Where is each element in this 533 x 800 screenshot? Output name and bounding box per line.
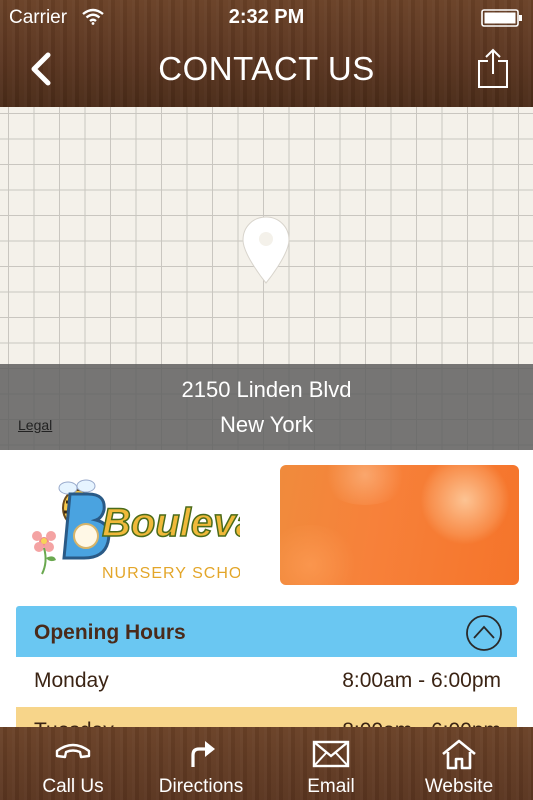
map-pin-icon[interactable] xyxy=(241,215,291,285)
tab-email[interactable]: Email xyxy=(266,727,396,800)
directions-arrow-icon xyxy=(191,741,215,767)
banner-bokeh xyxy=(420,465,510,545)
battery-icon xyxy=(481,9,522,27)
page-title: CONTACT US xyxy=(158,50,375,87)
map-legal-link[interactable]: Legal xyxy=(18,417,52,433)
banner-bokeh xyxy=(280,525,360,585)
address-city: New York xyxy=(220,412,313,437)
location-map[interactable]: 2150 Linden Blvd New York Legal xyxy=(0,107,533,450)
phone-icon xyxy=(55,743,91,759)
address-street: 2150 Linden Blvd xyxy=(181,377,352,402)
envelope-icon xyxy=(312,740,350,768)
hours-day: Monday xyxy=(34,669,109,692)
boulevard-logo: Boulevard NURSERY SCHOOL xyxy=(32,479,240,582)
address-overlay: 2150 Linden Blvd New York Legal xyxy=(0,364,533,450)
hours-time: 8:00am - 6:00pm xyxy=(342,669,501,692)
logo-wordmark: Boulevard xyxy=(102,501,240,545)
hours-row: Monday 8:00am - 6:00pm xyxy=(16,657,517,707)
opening-hours-header[interactable]: Opening Hours xyxy=(16,606,517,657)
logo-subtitle: NURSERY SCHOOL xyxy=(102,565,240,582)
share-button[interactable] xyxy=(475,47,511,91)
tab-label: Call Us xyxy=(42,776,104,797)
header-bar: Carrier 2:32 PM CONTACT US xyxy=(0,0,533,107)
tab-label: Directions xyxy=(158,776,244,797)
status-bar: Carrier 2:32 PM xyxy=(0,0,533,36)
status-time: 2:32 PM xyxy=(228,6,305,28)
tab-website[interactable]: Website xyxy=(394,727,524,800)
chevron-up-icon[interactable] xyxy=(465,614,503,652)
promo-banner xyxy=(280,465,519,585)
home-icon xyxy=(442,739,476,770)
tab-directions[interactable]: Directions xyxy=(136,727,266,800)
tab-label: Website xyxy=(424,776,494,797)
tab-call-us[interactable]: Call Us xyxy=(8,727,138,800)
bottom-tab-bar: Call Us Directions Email Website xyxy=(0,727,533,800)
tab-label: Email xyxy=(307,776,355,797)
opening-hours-title: Opening Hours xyxy=(34,621,186,644)
banner-bokeh xyxy=(320,465,410,505)
